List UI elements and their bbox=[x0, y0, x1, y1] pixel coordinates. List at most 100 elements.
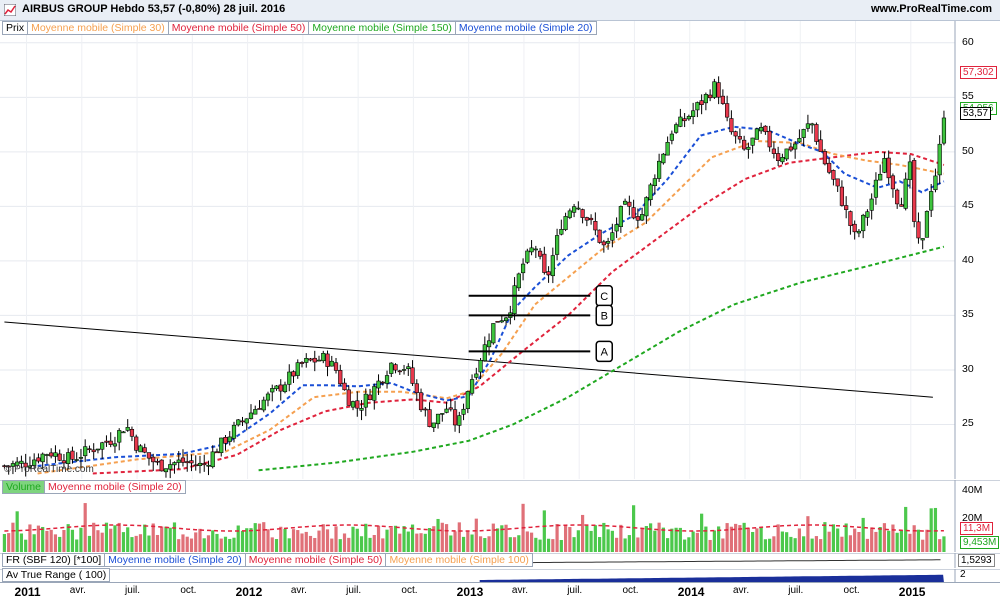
candle-body bbox=[848, 211, 853, 226]
candle-body bbox=[414, 383, 419, 393]
candle-body bbox=[903, 178, 908, 209]
x-tick-label: avr. bbox=[732, 585, 750, 596]
price-legend: Prix Moyenne mobile (Simple 30) Moyenne mo… bbox=[2, 21, 597, 35]
fr-legend-item[interactable]: Moyenne mobile (Simple 100) bbox=[386, 553, 533, 567]
candle-body bbox=[316, 359, 322, 362]
price-legend-item[interactable]: Moyenne mobile (Simple 20) bbox=[455, 21, 597, 35]
volume-bar bbox=[712, 530, 716, 552]
price-chart[interactable]: CB A bbox=[0, 21, 1000, 479]
candle-body bbox=[733, 131, 738, 137]
candle-body bbox=[784, 148, 789, 160]
price-legend-item[interactable]: Prix bbox=[2, 21, 29, 35]
volume-bar bbox=[219, 538, 223, 552]
volume-bar bbox=[823, 522, 827, 552]
site-url[interactable]: www.ProRealTime.com bbox=[871, 3, 992, 15]
volume-bar bbox=[79, 527, 83, 552]
price-legend-item[interactable]: Moyenne mobile (Simple 150) bbox=[309, 21, 456, 35]
atr-chart[interactable] bbox=[0, 569, 1000, 582]
volume-bar bbox=[551, 539, 555, 552]
volume-bar bbox=[734, 523, 738, 552]
candle-body bbox=[623, 200, 628, 205]
volume-bar bbox=[746, 527, 750, 552]
candle-body bbox=[852, 223, 857, 233]
volume-bar bbox=[487, 536, 491, 552]
volume-bar bbox=[308, 535, 313, 552]
price-legend-item[interactable]: Moyenne mobile (Simple 30) bbox=[28, 21, 169, 35]
y-tick-label: 30 bbox=[962, 362, 974, 375]
atr-legend-item[interactable]: Av True Range ( 100) bbox=[2, 568, 111, 582]
candle-body bbox=[708, 94, 713, 99]
volume-legend-item[interactable]: Volume bbox=[2, 480, 46, 494]
x-tick-label: avr. bbox=[69, 585, 86, 596]
x-axis: 2011 avr. juil. oct. 2012 avr. juil. oct. 2013 av… bbox=[0, 582, 1000, 601]
candle-body bbox=[712, 81, 717, 98]
candle-body bbox=[920, 238, 925, 241]
candle-body bbox=[805, 123, 811, 129]
candle-body bbox=[380, 381, 385, 384]
candle-body bbox=[125, 427, 130, 431]
volume-tick-label: 40M bbox=[962, 484, 983, 496]
candle-body bbox=[227, 436, 232, 442]
candle-body bbox=[189, 460, 194, 464]
price-legend-item[interactable]: Moyenne mobile (Simple 50) bbox=[168, 21, 310, 35]
volume-bar bbox=[257, 523, 262, 552]
volume-bar bbox=[606, 529, 610, 552]
candle-body bbox=[729, 118, 734, 133]
volume-bar bbox=[921, 539, 925, 552]
candle-body bbox=[401, 369, 407, 371]
candle-body bbox=[525, 250, 530, 263]
volume-bar bbox=[211, 530, 215, 552]
volume-bar bbox=[389, 527, 393, 552]
volume-bar bbox=[831, 524, 836, 552]
candle-body bbox=[657, 160, 662, 179]
candle-body bbox=[678, 116, 683, 127]
candle-body bbox=[176, 459, 181, 463]
candle-body bbox=[924, 211, 930, 238]
volume-bar bbox=[19, 533, 24, 552]
volume-bar bbox=[559, 539, 563, 552]
volume-bar bbox=[517, 535, 521, 552]
candle-body bbox=[206, 464, 211, 467]
volume-bar bbox=[627, 535, 631, 552]
candle-body bbox=[661, 153, 666, 164]
volume-bar bbox=[66, 524, 70, 552]
candle-body bbox=[801, 129, 806, 138]
volume-bar bbox=[768, 538, 772, 552]
candle-body bbox=[584, 217, 589, 221]
volume-bar bbox=[206, 535, 211, 552]
chart-icon bbox=[4, 4, 16, 16]
candle-body bbox=[750, 137, 755, 146]
volume-bar bbox=[874, 531, 878, 552]
x-tick-label: 2013 bbox=[456, 585, 484, 599]
volume-bar bbox=[904, 506, 908, 552]
fr-legend-item[interactable]: FR (SBF 120) [*100] bbox=[2, 553, 106, 567]
volume-bar bbox=[589, 530, 593, 552]
volume-bar bbox=[317, 530, 321, 552]
candle-body bbox=[104, 440, 109, 443]
fr-legend-item[interactable]: Moyenne mobile (Simple 20) bbox=[105, 553, 246, 567]
candle-body bbox=[223, 437, 228, 444]
candle-body bbox=[78, 457, 84, 459]
volume-bar bbox=[62, 529, 66, 552]
volume-bar bbox=[291, 529, 296, 552]
volume-bar bbox=[891, 524, 895, 552]
volume-bar bbox=[249, 528, 253, 552]
fr-legend-item[interactable]: Moyenne mobile (Simple 50) bbox=[245, 553, 387, 567]
candle-body bbox=[53, 452, 58, 457]
volume-bar bbox=[678, 527, 682, 552]
candle bbox=[924, 210, 930, 238]
volume-bar bbox=[491, 523, 495, 552]
volume-bar bbox=[572, 537, 576, 552]
candle-body bbox=[520, 263, 526, 274]
volume-bar bbox=[185, 536, 189, 552]
volume-legend-item[interactable]: Moyenne mobile (Simple 20) bbox=[45, 480, 186, 494]
volume-bar bbox=[602, 522, 606, 552]
candle-body bbox=[129, 428, 135, 437]
candle-body bbox=[827, 162, 832, 173]
volume-bar bbox=[436, 518, 440, 552]
candle-body bbox=[912, 160, 917, 222]
volume-bar bbox=[632, 505, 636, 552]
candle bbox=[784, 148, 789, 162]
candle-body bbox=[763, 125, 768, 133]
volume-bar bbox=[865, 538, 870, 552]
